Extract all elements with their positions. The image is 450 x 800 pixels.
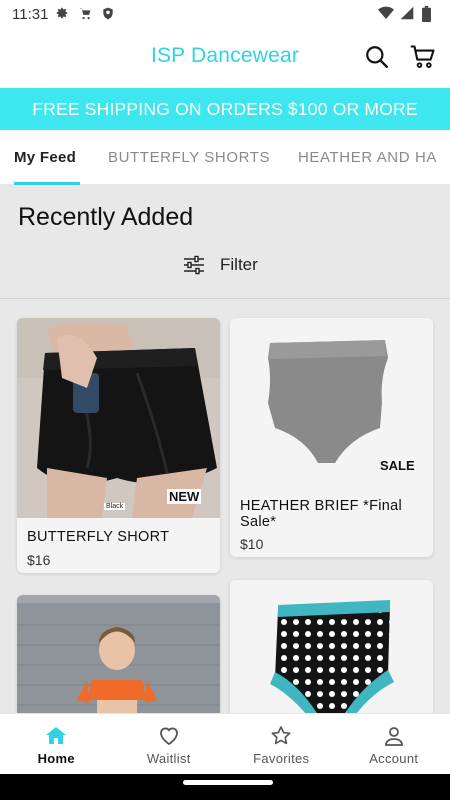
divider bbox=[0, 298, 450, 299]
home-gesture-handle[interactable] bbox=[183, 780, 273, 785]
search-button[interactable] bbox=[362, 42, 392, 72]
gear-icon bbox=[55, 6, 71, 22]
search-icon bbox=[366, 46, 388, 68]
system-nav-bar bbox=[0, 774, 450, 800]
wifi-icon bbox=[378, 6, 394, 22]
product-image bbox=[17, 318, 220, 518]
product-card[interactable]: SALE HEATHER BRIEF *Final Sale* $10 bbox=[230, 318, 433, 557]
nav-favorites-label: Favorites bbox=[253, 751, 310, 766]
product-image bbox=[17, 595, 220, 713]
filter-label: Filter bbox=[220, 255, 258, 274]
product-card[interactable]: NEW Black BUTTERFLY SHORT $16 bbox=[17, 318, 220, 573]
app-bar: ISP Dancewear bbox=[0, 28, 450, 88]
nav-home-label: Home bbox=[37, 751, 75, 766]
person-icon bbox=[384, 727, 403, 746]
sale-badge: SALE bbox=[380, 458, 415, 473]
promo-banner[interactable]: FREE SHIPPING ON ORDERS $100 OR MORE bbox=[0, 88, 450, 130]
product-price: $10 bbox=[240, 536, 264, 552]
nav-account-label: Account bbox=[369, 751, 419, 766]
product-card[interactable] bbox=[17, 595, 220, 713]
nav-home[interactable]: Home bbox=[0, 714, 113, 774]
filter-icon bbox=[184, 255, 204, 275]
product-name: HEATHER BRIEF *Final Sale* bbox=[240, 498, 403, 530]
filter-button[interactable]: Filter bbox=[183, 255, 258, 275]
tab-butterfly-shorts[interactable]: BUTTERFLY SHORTS bbox=[108, 130, 270, 184]
heart-icon bbox=[159, 727, 178, 746]
star-icon bbox=[271, 726, 291, 745]
product-name: BUTTERFLY SHORT bbox=[27, 529, 170, 545]
nav-waitlist-label: Waitlist bbox=[146, 751, 191, 766]
product-image bbox=[230, 580, 433, 713]
tab-my-feed[interactable]: My Feed bbox=[14, 130, 76, 184]
status-bar: 11:31 bbox=[0, 0, 450, 28]
nav-waitlist[interactable]: Waitlist bbox=[113, 714, 226, 774]
signal-icon bbox=[400, 6, 416, 22]
home-icon bbox=[46, 727, 67, 744]
cart-icon bbox=[410, 45, 435, 68]
cart-button[interactable] bbox=[408, 42, 438, 72]
color-tag: Black bbox=[104, 503, 126, 510]
nav-favorites[interactable]: Favorites bbox=[225, 714, 338, 774]
bottom-navigation: Home Waitlist Favorites Account bbox=[0, 713, 450, 774]
cart-icon bbox=[78, 6, 94, 22]
status-time: 11:31 bbox=[12, 5, 49, 23]
new-badge: NEW bbox=[167, 489, 202, 504]
product-image bbox=[230, 318, 433, 518]
nav-account[interactable]: Account bbox=[338, 714, 450, 774]
category-tabs: My Feed BUTTERFLY SHORTS HEATHER AND HA bbox=[0, 130, 450, 185]
section-title: Recently Added bbox=[18, 203, 194, 231]
battery-icon bbox=[422, 6, 438, 22]
shield-icon bbox=[101, 6, 117, 22]
tab-heather-and-ha[interactable]: HEATHER AND HA bbox=[298, 130, 437, 184]
feed-content[interactable]: Recently Added Filter NEW Black BUTTERFL… bbox=[0, 185, 450, 713]
product-price: $16 bbox=[27, 552, 51, 568]
product-card[interactable] bbox=[230, 580, 433, 713]
